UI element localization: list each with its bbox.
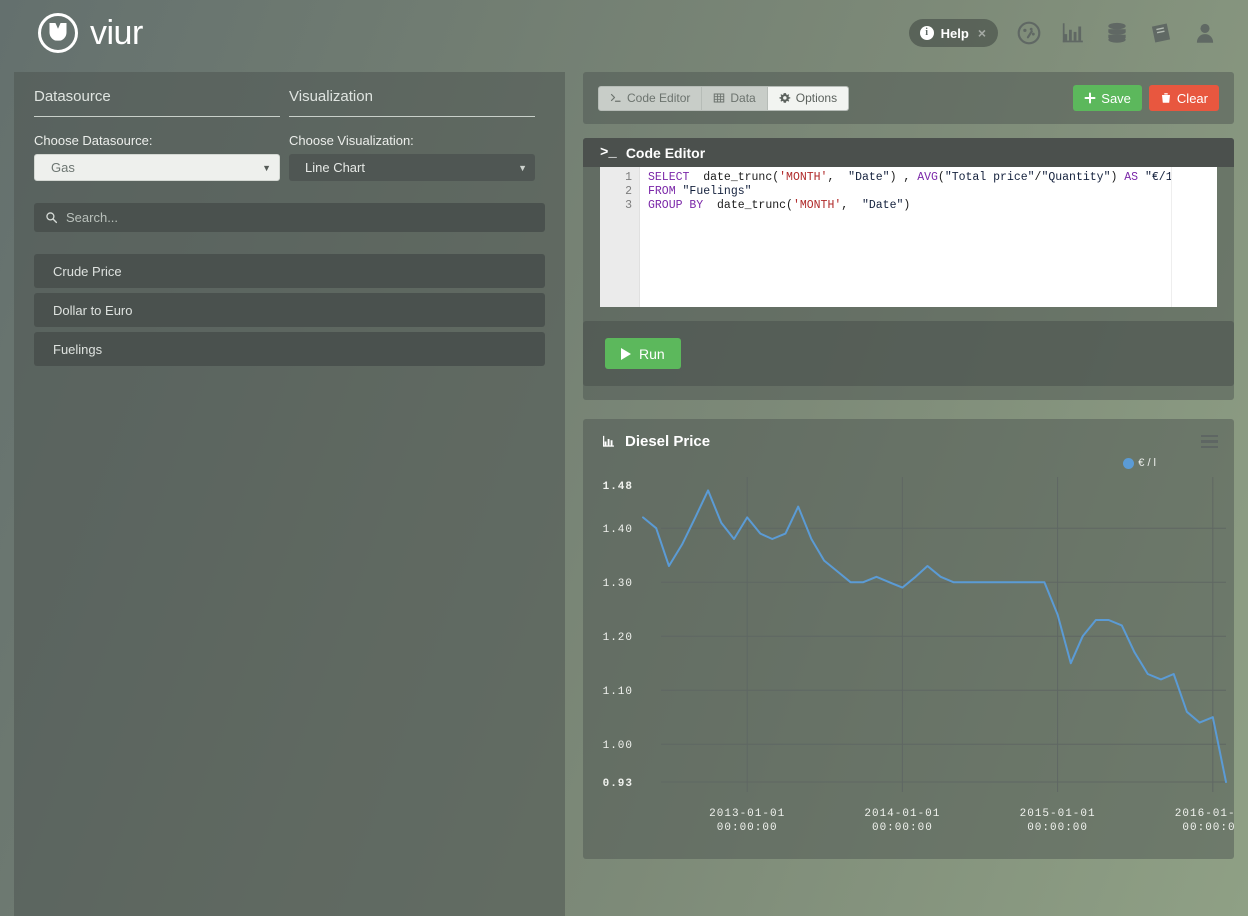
visualization-section-title: Visualization: [289, 88, 535, 117]
run-label: Run: [639, 346, 665, 362]
database-icon[interactable]: [1104, 20, 1130, 46]
left-sidebar-panel: Datasource Choose Datasource: Gas ▼ Visu…: [14, 72, 565, 916]
table-icon: [713, 92, 725, 104]
x-axis-tick-label: 2016-01-01: [1175, 808, 1234, 820]
line-chart-plot: 1.48 1.40 1.30 1.20 1.10 1.00 0.93 2013-01-01 00…: [583, 467, 1234, 852]
choose-datasource-label: Choose Datasource:: [34, 133, 280, 148]
chart-header: Diesel Price: [583, 419, 1234, 450]
datasource-column: Datasource Choose Datasource: Gas ▼: [34, 88, 280, 181]
run-zone: Run: [583, 321, 1234, 386]
close-icon[interactable]: ×: [978, 25, 986, 41]
line-number: 1: [600, 171, 639, 185]
tab-options[interactable]: Options: [768, 86, 849, 111]
list-item-label: Crude Price: [53, 264, 122, 279]
help-button[interactable]: i Help ×: [909, 19, 998, 47]
code-editor-body[interactable]: 1 2 3 SELECT date_trunc('MONTH', "Date")…: [600, 167, 1217, 307]
visualization-select-value: Line Chart: [305, 160, 365, 175]
brand-logo[interactable]: viur: [38, 13, 143, 53]
tab-label: Code Editor: [627, 91, 690, 105]
line-number: 2: [600, 185, 639, 199]
list-item-label: Fuelings: [53, 342, 102, 357]
search-icon: [45, 211, 58, 224]
sql-code-text[interactable]: SELECT date_trunc('MONTH', "Date") , AVG…: [640, 167, 1171, 307]
play-icon: [621, 348, 631, 360]
plus-icon: [1084, 92, 1096, 104]
save-label: Save: [1101, 91, 1131, 106]
line-number-gutter: 1 2 3: [600, 167, 640, 307]
tab-data[interactable]: Data: [702, 86, 767, 111]
visualization-column: Visualization Choose Visualization: Line…: [289, 88, 535, 181]
list-item[interactable]: Dollar to Euro: [34, 293, 545, 327]
x-axis-tick-label: 00:00:00: [1027, 822, 1088, 834]
bar-chart-icon: [601, 434, 617, 449]
header-actions: i Help ×: [909, 19, 1226, 47]
tab-bar: Code Editor Data Options: [598, 86, 849, 111]
prompt-icon: >_: [600, 145, 617, 161]
y-axis-tick-label: 1.00: [603, 740, 633, 752]
code-editor-header: >_ Code Editor: [583, 138, 1234, 167]
viur-logo-icon: [38, 13, 78, 53]
chevron-down-icon: ▼: [518, 163, 527, 173]
x-axis-tick-label: 00:00:00: [717, 822, 778, 834]
trash-icon: [1160, 92, 1172, 104]
list-item[interactable]: Fuelings: [34, 332, 545, 366]
visualization-select[interactable]: Line Chart ▼: [289, 154, 535, 181]
code-editor-card: >_ Code Editor 1 2 3 SELECT date_trunc('…: [583, 138, 1234, 400]
y-axis-tick-label: 1.30: [603, 578, 633, 590]
app-header: viur i Help ×: [0, 0, 1248, 66]
search-box[interactable]: [34, 203, 545, 232]
y-axis-tick-label: 1.10: [603, 686, 633, 698]
y-axis-tick-label: 0.93: [603, 778, 633, 790]
toolbar-actions: Save Clear: [1073, 85, 1219, 111]
chart-title: Diesel Price: [625, 433, 710, 450]
y-axis-tick-label: 1.20: [603, 632, 633, 644]
y-axis-tick-label: 1.48: [603, 481, 633, 493]
chart-card: Diesel Price € / l 1.481.401.301.201.101…: [583, 419, 1234, 859]
x-axis-tick-label: 2015-01-01: [1020, 808, 1096, 820]
clear-label: Clear: [1177, 91, 1208, 106]
x-axis-tick-label: 2014-01-01: [864, 808, 940, 820]
dashboard-icon[interactable]: [1016, 20, 1042, 46]
tab-label: Data: [730, 91, 755, 105]
toolbar-card: Code Editor Data Options: [583, 72, 1234, 124]
datasource-select[interactable]: Gas ▼: [34, 154, 280, 181]
datasource-select-value: Gas: [51, 160, 75, 175]
help-label: Help: [941, 26, 969, 41]
save-button[interactable]: Save: [1073, 85, 1142, 111]
tab-label: Options: [796, 91, 837, 105]
hamburger-menu-icon[interactable]: [1201, 435, 1218, 449]
user-icon[interactable]: [1192, 20, 1218, 46]
editor-scroll-track[interactable]: [1171, 167, 1217, 307]
search-input[interactable]: [66, 210, 534, 225]
line-number: 3: [600, 199, 639, 213]
tab-code-editor[interactable]: Code Editor: [598, 86, 702, 111]
list-item-label: Dollar to Euro: [53, 303, 132, 318]
y-axis-tick-label: 1.40: [603, 524, 633, 536]
gear-icon: [779, 92, 791, 104]
x-axis-tick-label: 00:00:00: [1182, 822, 1234, 834]
chevron-down-icon: ▼: [262, 163, 271, 173]
prompt-icon: [610, 92, 622, 104]
x-axis-tick-label: 2013-01-01: [709, 808, 785, 820]
list-item[interactable]: Crude Price: [34, 254, 545, 288]
sidebar-columns: Datasource Choose Datasource: Gas ▼ Visu…: [34, 88, 545, 181]
info-icon: i: [920, 26, 934, 40]
book-icon[interactable]: [1148, 20, 1174, 46]
x-axis-tick-label: 00:00:00: [872, 822, 933, 834]
clear-button[interactable]: Clear: [1149, 85, 1219, 111]
chart-title-group: Diesel Price: [601, 433, 710, 450]
main-content-column: Code Editor Data Options: [583, 72, 1234, 859]
editor-card-spacer: [583, 386, 1234, 400]
choose-visualization-label: Choose Visualization:: [289, 133, 535, 148]
datasource-section-title: Datasource: [34, 88, 280, 117]
run-button[interactable]: Run: [605, 338, 681, 369]
datasource-list: Crude Price Dollar to Euro Fuelings: [34, 254, 545, 366]
brand-name: viur: [90, 16, 143, 50]
code-editor-title: Code Editor: [626, 145, 705, 161]
bar-chart-icon[interactable]: [1060, 20, 1086, 46]
